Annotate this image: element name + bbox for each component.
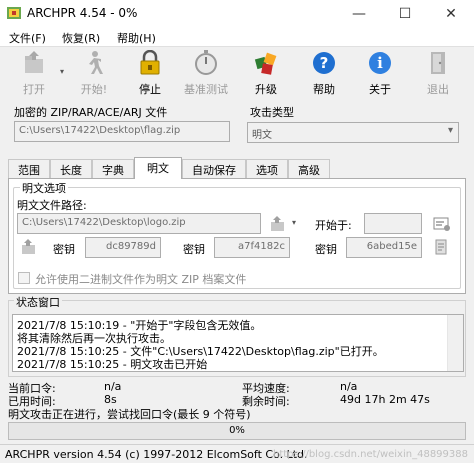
key3-label: 密钥: [315, 243, 337, 256]
about-button[interactable]: i 关于: [360, 50, 400, 98]
settings-keys-icon[interactable]: [432, 214, 452, 234]
menu-bar: 文件(F) 恢复(R) 帮助(H): [0, 27, 474, 47]
toolbar: 打开 ▾ 开始! 停止 基准测试 升级 ? 帮助 i 关于 退出: [0, 47, 474, 99]
binary-plaintext-checkbox[interactable]: [18, 272, 30, 284]
svg-text:i: i: [377, 54, 383, 72]
svg-text:?: ?: [320, 54, 329, 72]
keys-info-icon[interactable]: [432, 238, 452, 258]
attack-type-label: 攻击类型: [250, 106, 294, 119]
elapsed-time-value: 8s: [104, 393, 117, 406]
tab-advanced[interactable]: 高级: [288, 159, 330, 178]
info-icon: i: [369, 52, 391, 74]
log-line: 2021/7/8 15:10:25 - 明文攻击已开始: [17, 358, 208, 371]
open-folder-icon: [25, 51, 43, 73]
exit-label: 退出: [427, 83, 449, 96]
key2-label: 密钥: [183, 243, 205, 256]
help-icon: ?: [313, 52, 335, 74]
tab-dictionary[interactable]: 字典: [92, 159, 134, 178]
key1-field[interactable]: dc89789d: [85, 237, 161, 258]
average-speed-value: n/a: [340, 380, 358, 393]
progress-text: 0%: [229, 425, 245, 436]
remaining-time-value: 49d 17h 2m 47s: [340, 393, 430, 406]
menu-recover[interactable]: 恢复(R): [62, 30, 100, 46]
plaintext-options-title: 明文选项: [20, 180, 68, 196]
watermark-text: https://blog.csdn.net/weixin_48899388: [272, 449, 468, 460]
upgrade-cubes-icon: [254, 52, 277, 75]
plaintext-path-field[interactable]: C:\Users\17422\Desktop\logo.zip: [17, 213, 261, 234]
status-bar: ARCHPR version 4.54 (c) 1997-2012 ElcomS…: [0, 444, 474, 463]
help-label: 帮助: [313, 83, 335, 96]
minimize-button[interactable]: —: [336, 0, 382, 27]
open-label: 打开: [23, 83, 45, 96]
attack-progress-message: 明文攻击正在进行，尝试找回口令(最长 9 个符号): [8, 408, 251, 421]
benchmark-button[interactable]: 基准测试: [184, 50, 228, 98]
benchmark-label: 基准测试: [184, 83, 228, 96]
upgrade-label: 升级: [255, 83, 277, 96]
upgrade-button[interactable]: 升级: [246, 50, 286, 98]
current-password-value: n/a: [104, 380, 122, 393]
tab-autosave[interactable]: 自动保存: [182, 159, 246, 178]
tab-plaintext[interactable]: 明文: [134, 157, 182, 179]
status-window-title: 状态窗口: [14, 294, 62, 310]
chevron-down-icon: ▾: [447, 125, 453, 136]
open-button[interactable]: 打开: [14, 50, 54, 98]
exit-button[interactable]: 退出: [418, 50, 458, 98]
menu-help[interactable]: 帮助(H): [117, 30, 156, 46]
menu-file[interactable]: 文件(F): [9, 30, 46, 46]
tab-options[interactable]: 选项: [246, 159, 288, 178]
tab-range[interactable]: 范围: [8, 159, 50, 178]
start-label: 开始!: [80, 83, 108, 96]
status-log[interactable]: 2021/7/8 15:10:19 - "开始于"字段包含无效值。 将其清除然后…: [12, 314, 464, 372]
start-at-label: 开始于:: [315, 219, 352, 232]
open-dropdown-arrow[interactable]: ▾: [60, 67, 64, 76]
plaintext-panel: 明文选项 明文文件路径: C:\Users\17422\Desktop\logo…: [8, 178, 466, 294]
attack-type-value: 明文: [252, 130, 272, 141]
window-title: ARCHPR 4.54 - 0%: [27, 6, 138, 20]
tab-length[interactable]: 长度: [50, 159, 92, 178]
start-button[interactable]: 开始!: [74, 50, 114, 98]
help-button[interactable]: ? 帮助: [304, 50, 344, 98]
log-scrollbar[interactable]: [447, 315, 463, 371]
start-at-field[interactable]: [364, 213, 422, 234]
plaintext-path-label: 明文文件路径:: [17, 199, 87, 212]
maximize-button[interactable]: ☐: [382, 0, 428, 27]
stopwatch-icon: [195, 50, 217, 75]
key3-field[interactable]: 6abed15e: [346, 237, 422, 258]
about-label: 关于: [369, 83, 391, 96]
lock-icon: [140, 50, 160, 75]
close-button[interactable]: ✕: [428, 0, 474, 27]
browse-dropdown-arrow[interactable]: ▾: [292, 218, 296, 227]
stop-label: 停止: [139, 83, 161, 96]
running-man-icon: [89, 51, 103, 74]
attack-type-select[interactable]: 明文 ▾: [247, 122, 459, 143]
archive-label: 加密的 ZIP/RAR/ACE/ARJ 文件: [14, 106, 168, 119]
archpr-app-icon: [7, 7, 21, 19]
binary-plaintext-label: 允许使用二进制文件作为明文 ZIP 档案文件: [35, 273, 247, 286]
title-bar: ARCHPR 4.54 - 0% — ☐ ✕: [0, 0, 474, 27]
archive-path-field[interactable]: C:\Users\17422\Desktop\flag.zip: [14, 121, 230, 142]
progress-bar: 0%: [8, 422, 466, 440]
version-text: ARCHPR version 4.54 (c) 1997-2012 ElcomS…: [5, 448, 308, 461]
key2-field[interactable]: a7f4182c: [214, 237, 290, 258]
stop-button[interactable]: 停止: [130, 50, 170, 98]
key-mini-icon: [22, 239, 35, 254]
key1-label: 密钥: [53, 243, 75, 256]
browse-icon[interactable]: [268, 214, 288, 234]
exit-door-icon: [431, 52, 445, 74]
